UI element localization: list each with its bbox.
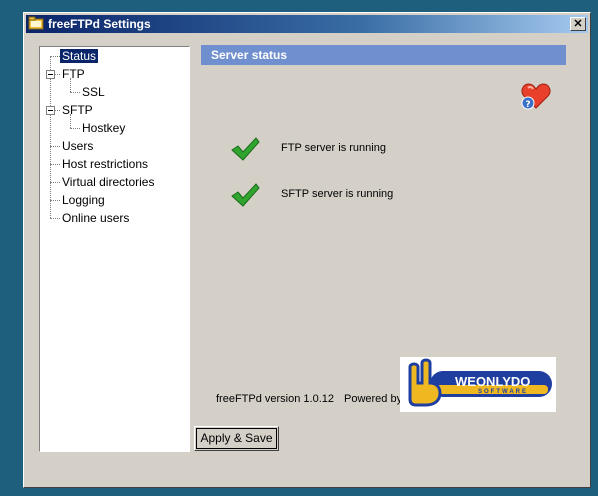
tree-item-label: SSL bbox=[82, 85, 105, 99]
collapse-sftp-icon[interactable] bbox=[46, 106, 55, 115]
ftp-status-text: FTP server is running bbox=[281, 142, 386, 154]
tree-item-virtual-directories[interactable]: Virtual directories bbox=[60, 174, 156, 190]
check-icon bbox=[231, 183, 260, 207]
tree-item-label: Users bbox=[62, 139, 94, 153]
settings-tree[interactable]: Status FTP SSL SFTP Hostkey Users Host r… bbox=[39, 46, 190, 452]
logo-sub-text: SOFTWARE bbox=[478, 389, 528, 395]
heart-help-icon[interactable]: ? bbox=[520, 81, 552, 111]
tree-item-label: SFTP bbox=[62, 103, 93, 117]
tree-item-label: Logging bbox=[62, 193, 105, 207]
tree-item-label: Status bbox=[60, 49, 99, 63]
sftp-status-text: SFTP server is running bbox=[281, 188, 394, 200]
tree-item-ssl[interactable]: SSL bbox=[80, 84, 107, 100]
window-title: freeFTPd Settings bbox=[48, 17, 151, 31]
panel-header: Server status bbox=[201, 45, 566, 65]
tree-item-status[interactable]: Status bbox=[60, 48, 99, 64]
svg-text:?: ? bbox=[525, 100, 530, 110]
powered-by-text: Powered by bbox=[344, 393, 403, 405]
tree-item-online-users[interactable]: Online users bbox=[60, 210, 131, 226]
tree-connector bbox=[50, 164, 60, 165]
tree-item-label: Hostkey bbox=[82, 121, 126, 135]
tree-connector bbox=[70, 128, 80, 129]
tree-connector bbox=[50, 182, 60, 183]
logo-brand-text: WEONLYDO bbox=[455, 374, 530, 389]
panel-title: Server status bbox=[211, 48, 288, 62]
version-text: freeFTPd version 1.0.12 bbox=[216, 393, 335, 405]
tree-item-sftp[interactable]: SFTP bbox=[60, 102, 95, 118]
tree-item-logging[interactable]: Logging bbox=[60, 192, 107, 208]
collapse-ftp-icon[interactable] bbox=[46, 70, 55, 79]
check-icon bbox=[231, 137, 260, 161]
tree-connector bbox=[50, 56, 60, 57]
close-button[interactable]: ✕ bbox=[570, 17, 586, 31]
settings-window: freeFTPd Settings ✕ Status FTP SSL SFTP bbox=[23, 12, 591, 488]
tree-connector bbox=[70, 92, 80, 93]
tree-item-users[interactable]: Users bbox=[60, 138, 95, 154]
tree-item-label: Host restrictions bbox=[62, 157, 149, 171]
apply-save-button[interactable]: Apply & Save bbox=[194, 426, 279, 451]
tree-item-hostkey[interactable]: Hostkey bbox=[80, 120, 127, 136]
tree-item-label: FTP bbox=[62, 67, 85, 81]
title-bar[interactable]: freeFTPd Settings ✕ bbox=[26, 15, 588, 33]
tree-connector bbox=[50, 218, 60, 219]
tree-item-ftp[interactable]: FTP bbox=[60, 66, 87, 82]
tree-item-host-restrictions[interactable]: Host restrictions bbox=[60, 156, 150, 172]
tree-connector bbox=[50, 56, 51, 218]
tree-connector bbox=[50, 200, 60, 201]
tree-item-label: Online users bbox=[62, 211, 130, 225]
folder-app-icon bbox=[28, 16, 44, 30]
weonlydo-logo[interactable]: WEONLYDO SOFTWARE bbox=[400, 357, 556, 412]
tree-connector bbox=[50, 146, 60, 147]
tree-item-label: Virtual directories bbox=[62, 175, 155, 189]
